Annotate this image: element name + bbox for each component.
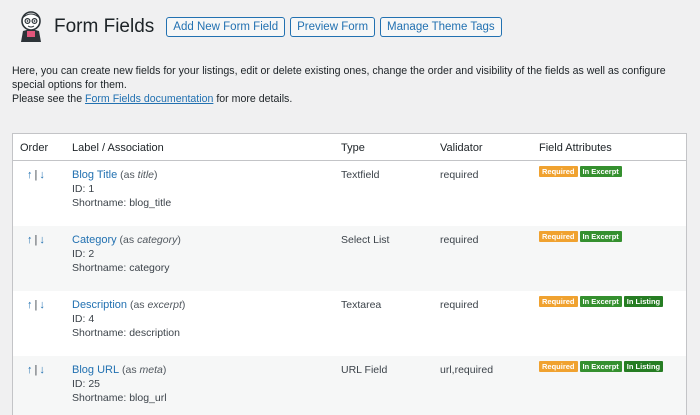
- field-attributes: Required In Excerpt In Listing: [539, 296, 664, 307]
- field-validator: required: [440, 234, 479, 246]
- association-suffix: ): [154, 169, 158, 181]
- in-excerpt-badge: In Excerpt: [579, 361, 622, 372]
- association-suffix: ): [181, 299, 186, 311]
- in-excerpt-badge: In Excerpt: [579, 166, 622, 177]
- page-title: Form Fields: [54, 16, 155, 37]
- intro-docs-suffix: for more details.: [213, 93, 293, 105]
- move-down-arrow-icon[interactable]: ↓: [39, 299, 45, 311]
- move-up-arrow-icon[interactable]: ↑: [27, 364, 33, 376]
- association-value: title: [137, 169, 155, 181]
- manage-theme-tags-button[interactable]: Manage Theme Tags: [380, 17, 502, 37]
- table-row: ↑ | ↓ Category (as category) ID: 2 Shortname:…: [13, 226, 686, 291]
- in-listing-badge: In Listing: [623, 296, 664, 307]
- association-prefix: (as: [119, 364, 140, 376]
- field-type: Textfield: [341, 169, 380, 181]
- order-controls: ↑ | ↓: [27, 234, 45, 246]
- move-up-arrow-icon[interactable]: ↑: [27, 169, 33, 181]
- association-suffix: ): [177, 234, 181, 246]
- field-shortname: Shortname: blog_title: [72, 197, 172, 209]
- table-row: ↑ | ↓ Description (as excerpt) ID: 4 Shortnam…: [13, 291, 686, 356]
- field-attributes: Required In Excerpt In Listing: [539, 361, 664, 372]
- association-suffix: ): [162, 364, 167, 376]
- column-header-label: Label / Association: [72, 142, 164, 154]
- association-value: excerpt: [147, 299, 182, 311]
- move-up-arrow-icon[interactable]: ↑: [27, 299, 33, 311]
- association-prefix: (as: [116, 234, 138, 246]
- field-id: ID: 2: [72, 248, 95, 260]
- form-fields-documentation-link[interactable]: Form Fields documentation: [85, 93, 213, 105]
- required-badge: Required: [539, 361, 578, 372]
- association-value: meta: [139, 364, 163, 376]
- field-association: (as meta): [119, 364, 166, 376]
- field-title-link[interactable]: Blog URL: [72, 364, 119, 376]
- move-down-arrow-icon[interactable]: ↓: [39, 364, 45, 376]
- table-row: ↑ | ↓ Blog Title (as title) ID: 1 Shortname: …: [13, 161, 686, 226]
- page-header: Form Fields Add New Form Field Preview F…: [16, 10, 507, 44]
- form-fields-table: Order Label / Association Type Validator…: [12, 133, 687, 415]
- association-value: category: [137, 234, 178, 246]
- move-up-arrow-icon[interactable]: ↑: [27, 234, 33, 246]
- required-badge: Required: [539, 231, 578, 242]
- order-controls: ↑ | ↓: [27, 364, 45, 376]
- field-shortname: Shortname: blog_url: [72, 392, 167, 404]
- field-validator: required: [440, 169, 479, 181]
- move-down-arrow-icon[interactable]: ↓: [39, 169, 45, 181]
- field-id: ID: 25: [72, 378, 101, 390]
- in-excerpt-badge: In Excerpt: [579, 296, 622, 307]
- table-header: Order Label / Association Type Validator…: [13, 134, 686, 161]
- add-new-form-field-button[interactable]: Add New Form Field: [166, 17, 286, 37]
- intro-docs-line: Please see the Form Fields documentation…: [12, 92, 690, 106]
- association-prefix: (as: [127, 299, 148, 311]
- plugin-logo-icon: [21, 11, 41, 42]
- intro-text: Here, you can create new fields for your…: [12, 64, 690, 106]
- column-header-type: Type: [341, 142, 365, 154]
- field-shortname: Shortname: description: [72, 327, 180, 339]
- field-label-cell: Description (as excerpt) ID: 4 Shortname: …: [72, 299, 185, 340]
- order-controls: ↑ | ↓: [27, 299, 45, 311]
- required-badge: Required: [539, 296, 578, 307]
- field-validator: required: [440, 299, 479, 311]
- intro-docs-prefix: Please see the: [12, 93, 86, 105]
- field-label-cell: Category (as category) ID: 2 Shortname: ca…: [72, 234, 181, 275]
- field-association: (as title): [117, 169, 157, 181]
- field-label-cell: Blog URL (as meta) ID: 25 Shortname: blog_…: [72, 364, 167, 405]
- association-prefix: (as: [117, 169, 138, 181]
- field-type: URL Field: [341, 364, 388, 376]
- field-attributes: Required In Excerpt: [539, 231, 622, 242]
- column-header-validator: Validator: [440, 142, 483, 154]
- intro-description: Here, you can create new fields for your…: [12, 65, 666, 91]
- field-type: Select List: [341, 234, 390, 246]
- field-type: Textarea: [341, 299, 382, 311]
- field-shortname: Shortname: category: [72, 262, 170, 274]
- column-header-field-attributes: Field Attributes: [539, 142, 612, 154]
- in-excerpt-badge: In Excerpt: [579, 231, 622, 242]
- preview-form-button[interactable]: Preview Form: [290, 17, 376, 37]
- field-title-link[interactable]: Category: [72, 234, 117, 246]
- field-attributes: Required In Excerpt: [539, 166, 622, 177]
- field-label-cell: Blog Title (as title) ID: 1 Shortname: blo…: [72, 169, 171, 210]
- move-down-arrow-icon[interactable]: ↓: [39, 234, 45, 246]
- in-listing-badge: In Listing: [623, 361, 664, 372]
- field-title-link[interactable]: Blog Title: [72, 169, 117, 181]
- field-id: ID: 4: [72, 313, 95, 325]
- field-association: (as excerpt): [127, 299, 185, 311]
- order-controls: ↑ | ↓: [27, 169, 45, 181]
- field-validator: url,required: [440, 364, 494, 376]
- field-title-link[interactable]: Description: [72, 299, 127, 311]
- field-association: (as category): [117, 234, 181, 246]
- required-badge: Required: [539, 166, 578, 177]
- field-id: ID: 1: [72, 183, 95, 195]
- column-header-order: Order: [20, 142, 49, 154]
- table-row: ↑ | ↓ Blog URL (as meta) ID: 25 Shortname: bl…: [13, 356, 686, 415]
